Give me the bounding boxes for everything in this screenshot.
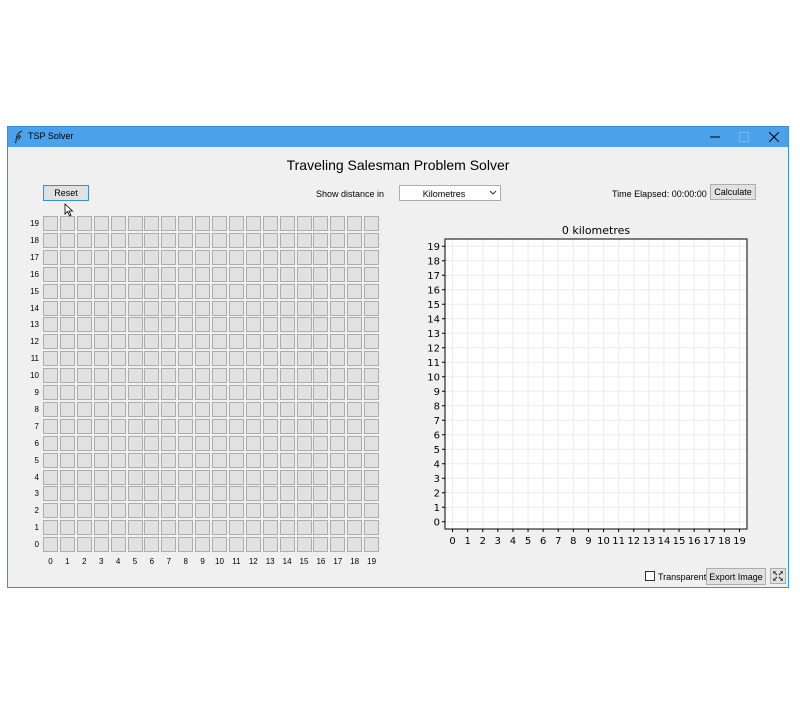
x-tick-label: 6 bbox=[540, 536, 546, 547]
maximize-button[interactable] bbox=[729, 127, 759, 147]
y-tick-label: 0 bbox=[434, 517, 440, 528]
y-tick-label: 14 bbox=[427, 314, 440, 325]
x-tick-label: 12 bbox=[627, 536, 640, 547]
x-tick-label: 18 bbox=[718, 536, 731, 547]
title-bar[interactable]: TSP Solver bbox=[8, 127, 788, 147]
y-tick-label: 15 bbox=[427, 300, 440, 311]
close-button[interactable] bbox=[759, 127, 789, 147]
x-tick-label: 2 bbox=[480, 536, 486, 547]
x-tick-label: 1 bbox=[464, 536, 470, 547]
x-tick-label: 7 bbox=[555, 536, 561, 547]
y-tick-label: 18 bbox=[427, 256, 440, 267]
y-tick-label: 5 bbox=[434, 445, 440, 456]
transparent-label: Transparent bbox=[658, 572, 707, 582]
y-tick-label: 19 bbox=[427, 242, 440, 253]
x-tick-label: 3 bbox=[495, 536, 501, 547]
y-tick-label: 11 bbox=[427, 358, 440, 369]
fullscreen-button[interactable] bbox=[770, 568, 786, 584]
window-title: TSP Solver bbox=[28, 131, 74, 141]
feather-icon bbox=[14, 130, 23, 144]
y-tick-label: 16 bbox=[427, 285, 440, 296]
x-tick-label: 14 bbox=[658, 536, 671, 547]
y-tick-label: 6 bbox=[434, 430, 440, 441]
y-tick-label: 4 bbox=[434, 459, 440, 470]
x-tick-label: 10 bbox=[597, 536, 610, 547]
y-tick-label: 2 bbox=[434, 488, 440, 499]
maximize-icon bbox=[739, 132, 749, 142]
plot-background bbox=[445, 239, 747, 529]
x-tick-label: 11 bbox=[612, 536, 625, 547]
transparent-checkbox[interactable] bbox=[645, 571, 655, 581]
y-tick-label: 8 bbox=[434, 401, 440, 412]
x-tick-label: 17 bbox=[703, 536, 716, 547]
x-tick-label: 9 bbox=[585, 536, 591, 547]
x-tick-label: 8 bbox=[570, 536, 576, 547]
x-tick-label: 15 bbox=[673, 536, 686, 547]
y-tick-label: 17 bbox=[427, 271, 440, 282]
mouse-cursor-icon bbox=[64, 203, 74, 217]
x-tick-label: 19 bbox=[733, 536, 746, 547]
close-icon bbox=[769, 132, 779, 142]
expand-icon bbox=[773, 571, 783, 581]
x-tick-label: 4 bbox=[510, 536, 516, 547]
y-tick-label: 1 bbox=[434, 503, 440, 514]
route-plot: 0 1 2 3 4 5 6 7 8 9 10 11 12 13 14 15 16 17 18 190123456789… bbox=[427, 224, 748, 547]
plot-title: 0 kilometres bbox=[562, 224, 631, 237]
x-tick-label: 5 bbox=[525, 536, 531, 547]
y-tick-label: 13 bbox=[427, 329, 440, 340]
main-content: Traveling Salesman Problem Solver Reset … bbox=[8, 147, 788, 587]
x-tick-label: 16 bbox=[688, 536, 701, 547]
y-tick-label: 3 bbox=[434, 474, 440, 485]
minimize-button[interactable] bbox=[700, 127, 730, 147]
y-tick-label: 10 bbox=[427, 372, 440, 383]
app-window: TSP Solver Traveling Salesman Problem So… bbox=[7, 126, 789, 588]
minimize-icon bbox=[710, 136, 720, 138]
y-tick-label: 7 bbox=[434, 416, 440, 427]
x-tick-label: 0 bbox=[449, 536, 455, 547]
y-tick-label: 12 bbox=[427, 343, 440, 354]
y-tick-label: 9 bbox=[434, 387, 440, 398]
x-tick-label: 13 bbox=[642, 536, 655, 547]
export-image-button[interactable]: Export Image bbox=[706, 568, 766, 585]
